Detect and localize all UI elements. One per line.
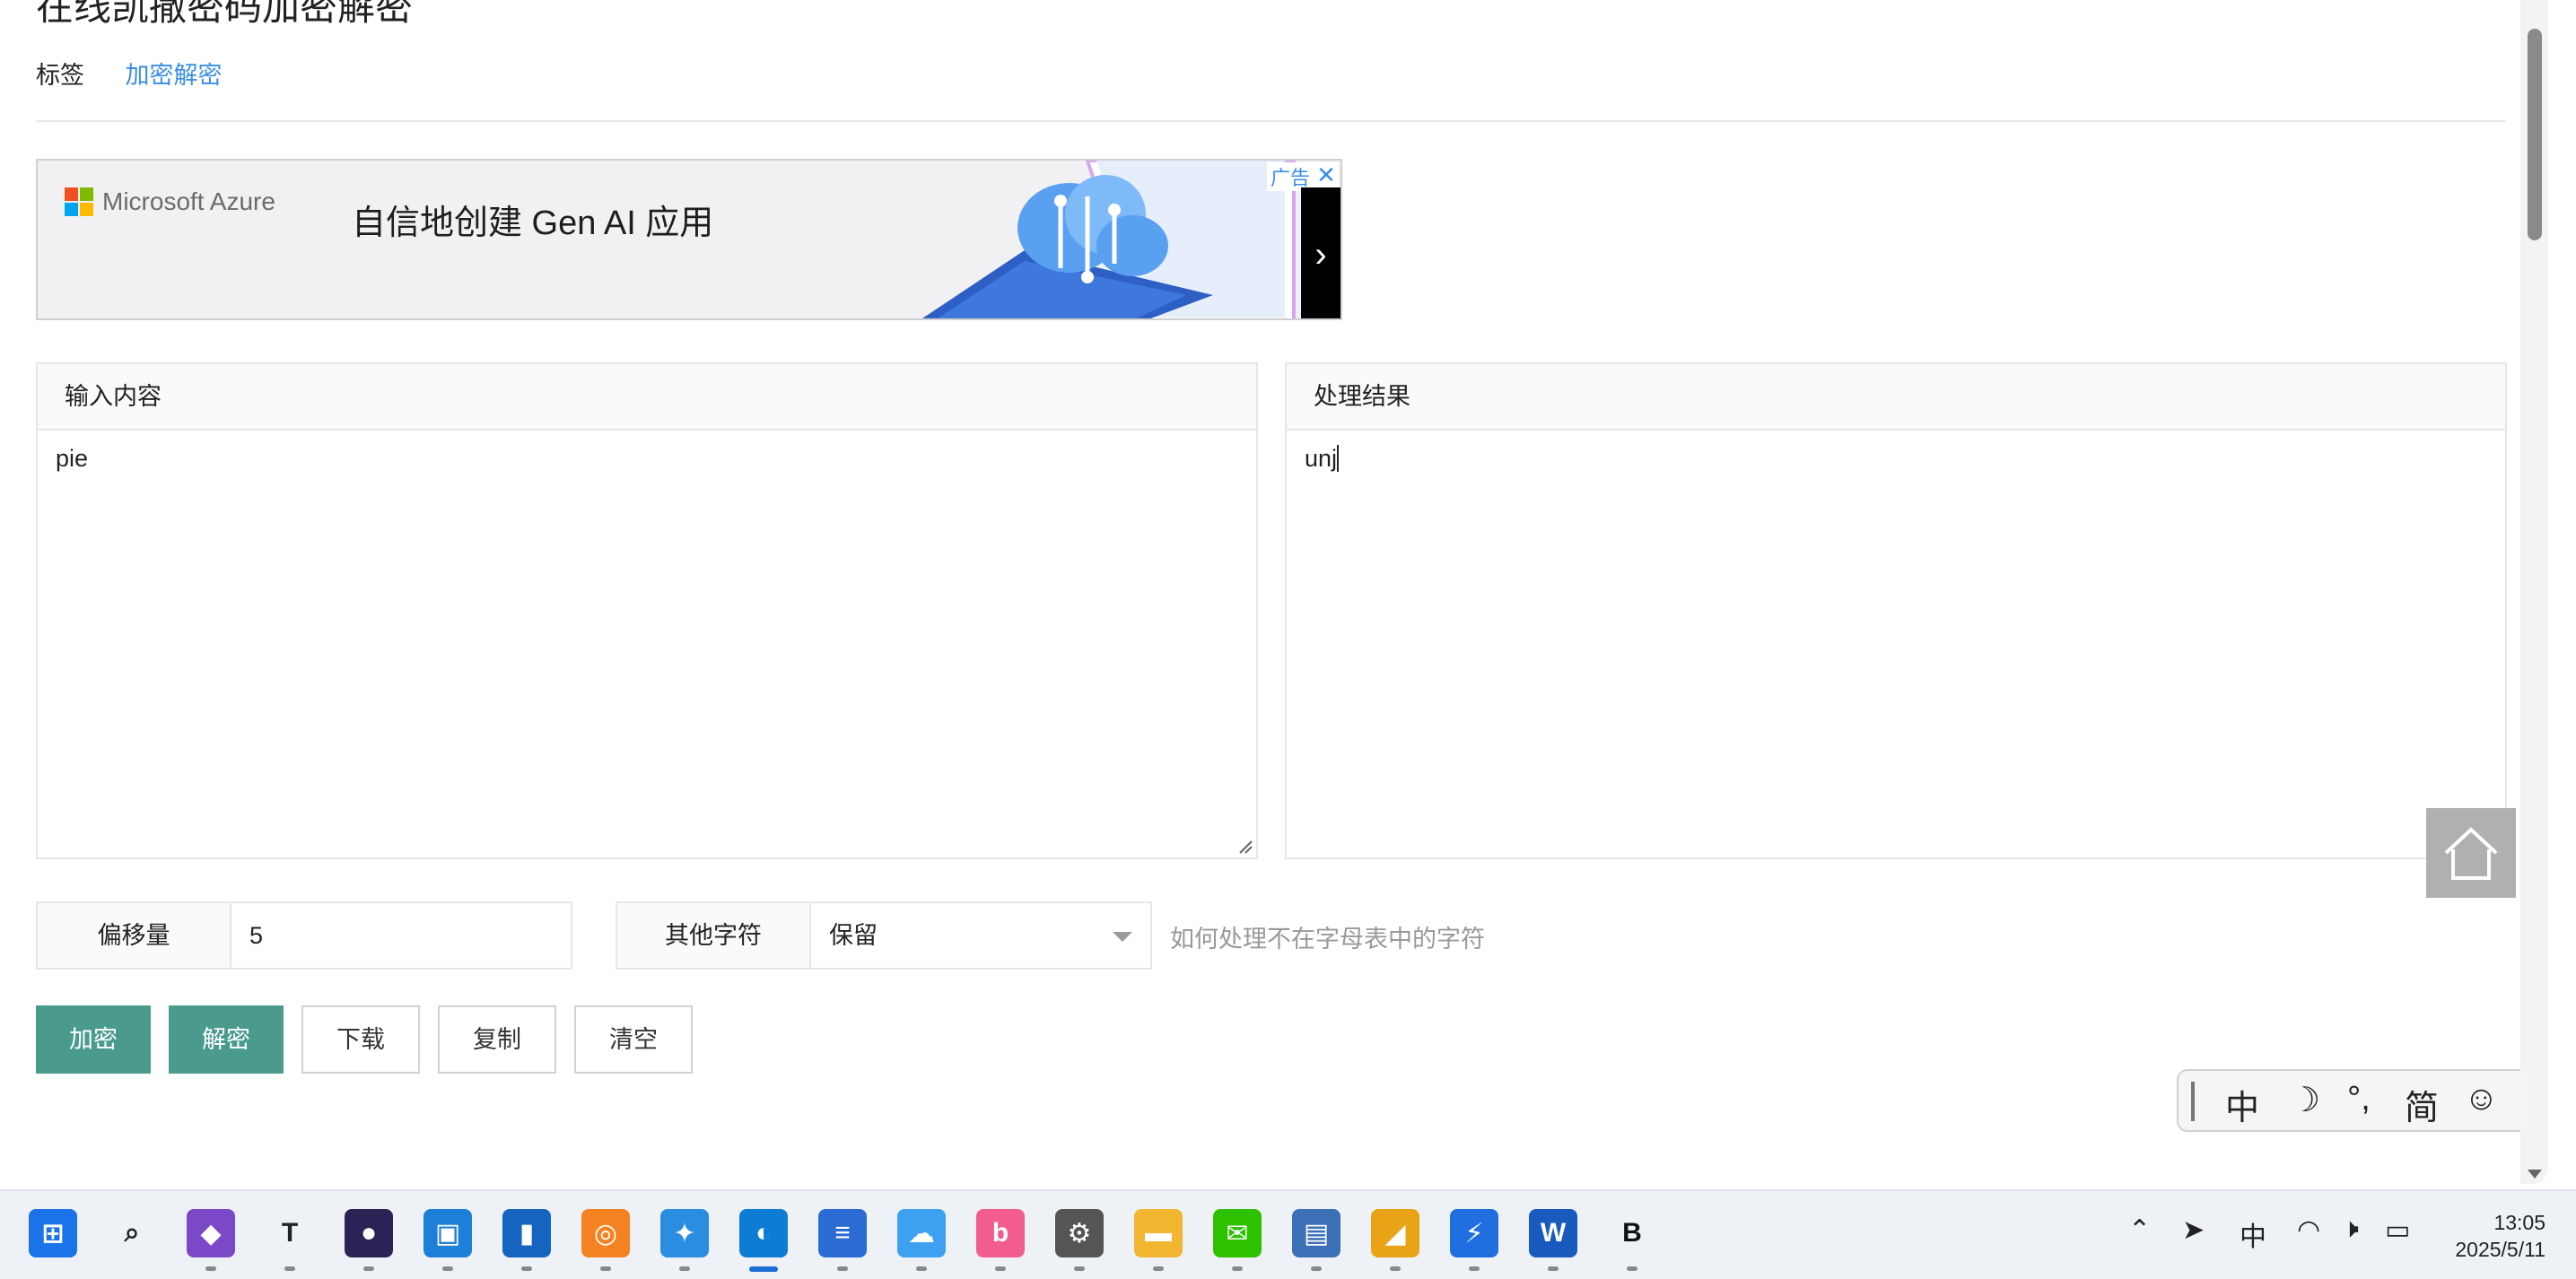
battery-icon[interactable]: ▭ — [2385, 1214, 2410, 1246]
settings-icon[interactable]: ⚙ — [1055, 1209, 1104, 1257]
eclipse-icon[interactable]: ● — [345, 1209, 393, 1257]
tag-link-encrypt-decrypt[interactable]: 加密解密 — [126, 62, 223, 89]
output-panel: 处理结果 unj — [1285, 362, 2507, 859]
ad-banner[interactable]: Microsoft Azure 自信地创建 Gen AI 应用 广告 ✕ › — [36, 159, 1342, 320]
other-chars-select[interactable]: 其他字符 保留 — [616, 901, 1152, 970]
volume-muted-icon[interactable]: 🕨 — [2342, 1214, 2359, 1245]
copy-button[interactable]: 复制 — [438, 1005, 556, 1074]
moon-icon[interactable]: ☽ — [2290, 1080, 2320, 1120]
scrollbar-thumb[interactable] — [2528, 29, 2542, 240]
start-icon[interactable]: ⊞ — [29, 1209, 77, 1257]
typora-icon[interactable]: T — [266, 1209, 314, 1257]
download-button[interactable]: 下载 — [301, 1005, 420, 1074]
other-chars-value[interactable]: 保留 — [829, 903, 878, 968]
other-chars-hint: 如何处理不在字母表中的字符 — [1170, 926, 1485, 953]
bd-app-icon[interactable]: B — [1608, 1209, 1656, 1257]
chevron-down-icon[interactable] — [1113, 932, 1132, 942]
window-manager-icon[interactable]: ▤ — [1292, 1209, 1340, 1257]
home-icon — [2444, 827, 2498, 880]
winrar-icon[interactable]: ▮ — [502, 1209, 551, 1257]
taskbar-running-indicator — [679, 1266, 690, 1271]
other-chars-label: 其他字符 — [617, 903, 811, 968]
file-explorer-icon[interactable]: ▬ — [1134, 1209, 1183, 1257]
taskbar: ⊞ ⌕ ◆ T ● ▣ ▮ ◎ ✦ ◐ ≡ ☁ b ⚙ ▬ ✉ ▤ ◢ ⚡ W B ⌃ ➤ 中 ◠ 🕨 ▭ 13:05 … — [0, 1189, 2576, 1279]
taskbar-running-indicator — [1232, 1266, 1243, 1271]
taskbar-active-indicator — [749, 1266, 778, 1272]
taskbar-running-indicator — [916, 1266, 927, 1271]
input-text: pie — [56, 445, 89, 472]
chat-app-icon[interactable]: ✦ — [660, 1209, 709, 1257]
mail-app-icon[interactable]: ◢ — [1371, 1209, 1419, 1257]
encrypt-button[interactable]: 加密 — [36, 1005, 151, 1074]
offset-input[interactable]: 5 — [249, 903, 263, 968]
text-caret — [1337, 445, 1340, 472]
resize-handle-icon[interactable] — [1238, 840, 1253, 854]
bilibili-icon[interactable]: b — [976, 1209, 1025, 1257]
wechat-icon[interactable]: ✉ — [1213, 1209, 1262, 1257]
taskbar-running-indicator — [1153, 1266, 1164, 1271]
input-panel: 输入内容 pie — [36, 362, 1258, 859]
taskbar-running-indicator — [1074, 1266, 1085, 1271]
ad-brand: Microsoft Azure — [102, 187, 275, 215]
virtualbox-icon[interactable]: ▣ — [424, 1209, 472, 1257]
thunder-download-icon[interactable]: ⚡ — [1450, 1209, 1498, 1257]
ad-next-arrow-icon[interactable]: › — [1301, 187, 1340, 318]
ad-close-icon[interactable]: ✕ — [1314, 162, 1339, 187]
taskbar-running-indicator — [1311, 1266, 1322, 1271]
clock-date: 2025/5/11 — [2455, 1238, 2545, 1261]
ime-lang-toggle[interactable]: 中 — [2225, 1080, 2259, 1129]
tray-lang-indicator[interactable]: 中 — [2240, 1214, 2266, 1254]
everything-search-icon[interactable]: ◎ — [581, 1209, 630, 1257]
location-icon[interactable]: ➤ — [2182, 1214, 2205, 1246]
tag-row: 标签 加密解密 — [36, 56, 223, 91]
output-textarea[interactable]: unj — [1287, 431, 2505, 857]
input-panel-header: 输入内容 — [38, 364, 1256, 431]
taskbar-running-indicator — [205, 1266, 216, 1271]
taskbar-running-indicator — [1548, 1266, 1559, 1271]
notepad-icon[interactable]: ≡ — [818, 1209, 867, 1257]
decrypt-button[interactable]: 解密 — [169, 1005, 284, 1074]
taskbar-running-indicator — [837, 1266, 848, 1271]
output-text: unj — [1305, 445, 1338, 472]
search-icon[interactable]: ⌕ — [108, 1209, 156, 1257]
web-page: 在线凯撒密码加密解密 标签 加密解密 Microsoft Azure 自信地创建… — [0, 0, 2548, 1184]
taskbar-running-indicator — [284, 1266, 295, 1271]
chevron-up-icon[interactable]: ⌃ — [2128, 1214, 2151, 1246]
home-button[interactable] — [2426, 808, 2516, 898]
system-clock[interactable]: 13:05 2025/5/11 — [2455, 1209, 2545, 1263]
taskbar-running-indicator — [995, 1266, 1006, 1271]
baidu-netdisk-icon[interactable]: ☁ — [897, 1209, 946, 1257]
microsoft-logo-icon — [65, 187, 93, 216]
offset-control: 偏移量 5 — [36, 901, 572, 970]
taskbar-running-indicator — [1627, 1266, 1637, 1271]
taskbar-running-indicator — [521, 1266, 532, 1271]
ime-simplified-toggle[interactable]: 简 — [2405, 1080, 2439, 1129]
taskbar-running-indicator — [442, 1266, 453, 1271]
word-icon[interactable]: W — [1529, 1209, 1577, 1257]
punctuation-icon[interactable]: °, — [2347, 1080, 2371, 1118]
page-title: 在线凯撒密码加密解密 — [36, 0, 414, 28]
page-scrollbar[interactable] — [2520, 0, 2548, 1184]
taskbar-running-indicator — [363, 1266, 374, 1271]
ime-drag-handle[interactable] — [2191, 1082, 2195, 1121]
clock-time: 13:05 — [2493, 1211, 2545, 1234]
taskbar-running-indicator — [1469, 1266, 1480, 1271]
output-panel-header: 处理结果 — [1287, 364, 2505, 431]
taskbar-running-indicator — [600, 1266, 611, 1271]
divider — [36, 120, 2505, 122]
ad-headline[interactable]: 自信地创建 Gen AI 应用 — [352, 195, 713, 244]
clear-button[interactable]: 清空 — [574, 1005, 693, 1074]
wifi-icon[interactable]: ◠ — [2297, 1214, 2320, 1246]
emoji-icon[interactable]: ☺ — [2464, 1080, 2499, 1118]
tag-label: 标签 — [36, 62, 84, 89]
offset-label: 偏移量 — [38, 903, 231, 968]
input-textarea[interactable]: pie — [38, 431, 1256, 857]
ime-toolbar: 中 ☽ °, 简 ☺ ⚙ — [2177, 1069, 2548, 1132]
scroll-down-icon[interactable] — [2528, 1170, 2542, 1179]
visual-studio-icon[interactable]: ◆ — [187, 1209, 235, 1257]
taskbar-running-indicator — [1390, 1266, 1401, 1271]
edge-browser-icon[interactable]: ◐ — [739, 1209, 788, 1257]
